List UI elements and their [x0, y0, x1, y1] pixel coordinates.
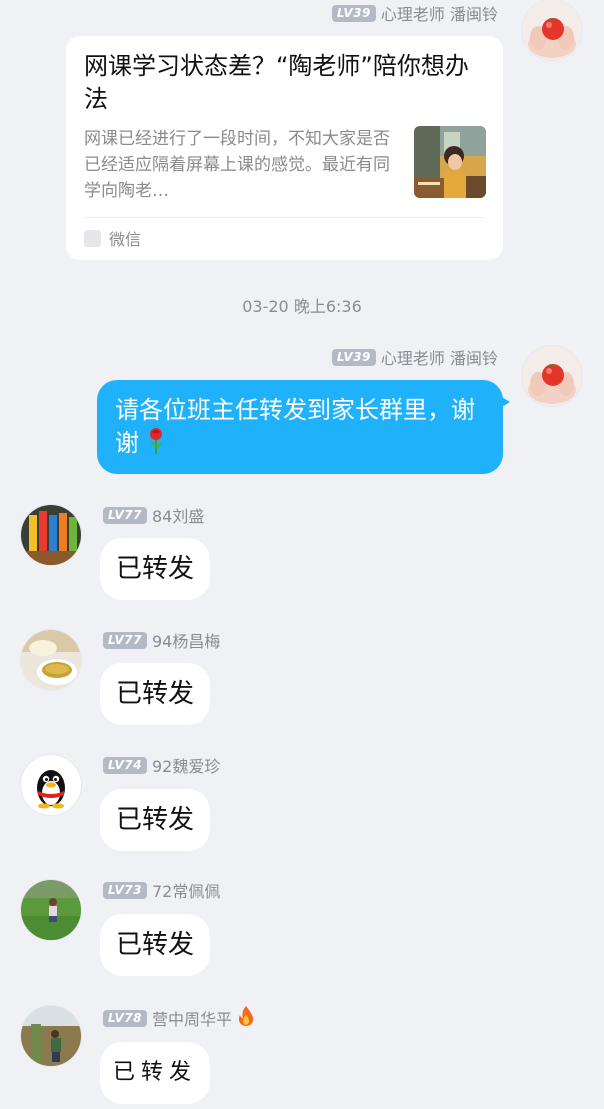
level-badge: LV78 [103, 1009, 147, 1027]
lawn-photo-avatar[interactable] [21, 880, 81, 940]
sender-row: LV73 72常佩佩 [103, 878, 220, 902]
teacher-avatar[interactable] [522, 346, 582, 406]
penguin-avatar[interactable] [21, 755, 81, 815]
wechat-icon [84, 229, 101, 247]
bubble-tail [500, 396, 510, 408]
sender-row: LV77 84刘盛 [103, 503, 204, 527]
message-timestamp: 03-20 晚上6:36 [242, 297, 362, 316]
article-thumbnail [414, 126, 486, 198]
level-badge: LV74 [103, 756, 147, 774]
message-text: 请各位班主任转发到家长群里，谢谢 [115, 396, 475, 457]
teacher-avatar[interactable] [522, 0, 582, 60]
incoming-message-bubble[interactable]: 已转发 [100, 1042, 210, 1104]
level-badge: LV77 [103, 631, 147, 649]
outdoor-photo-avatar[interactable] [21, 1006, 81, 1066]
incoming-message-bubble[interactable]: 已转发 [100, 663, 210, 725]
tea-cup-avatar[interactable] [21, 630, 81, 690]
level-badge: LV77 [103, 506, 147, 524]
colored-pencils-avatar[interactable] [21, 505, 81, 565]
sender-name: 72常佩佩 [151, 882, 221, 901]
sender-name: 心理老师 潘闽铃 [380, 349, 498, 368]
sender-name: 84刘盛 [151, 507, 205, 526]
level-badge: LV73 [103, 881, 147, 899]
sender-row: LV78 营中周华平 [103, 1006, 255, 1030]
incoming-message-bubble[interactable]: 已转发 [100, 538, 210, 600]
sender-name: 94杨昌梅 [151, 632, 221, 651]
sender-row: LV74 92魏爱珍 [103, 753, 220, 777]
article-description: 网课已经进行了一段时间，不知大家是否已经适应隔着屏幕上课的感觉。最近有同学向陶老… [84, 129, 390, 201]
outgoing-message-bubble[interactable]: 请各位班主任转发到家长群里，谢谢 [97, 380, 510, 474]
rose-emoji-icon [147, 427, 165, 464]
shared-article-card[interactable]: 网课学习状态差？“陶老师”陪你想办法 网课已经进行了一段时间，不知大家是否已经适… [66, 36, 503, 260]
incoming-message-bubble[interactable]: 已转发 [100, 789, 210, 851]
source-label: 微信 [109, 230, 142, 249]
fire-emoji-icon [237, 1005, 255, 1031]
sender-row: LV77 94杨昌梅 [103, 628, 220, 652]
article-title: 网课学习状态差？“陶老师”陪你想办法 [84, 52, 469, 113]
level-badge: LV39 [331, 4, 376, 22]
level-badge: LV39 [331, 348, 376, 366]
card-source: 微信 [84, 226, 141, 250]
sender-name: 92魏爱珍 [151, 757, 221, 776]
sender-name: 营中周华平 [151, 1010, 232, 1029]
outgoing-sender-row: LV39 心理老师 潘闽铃 [331, 345, 498, 369]
card-sender-row: LV39 心理老师 潘闽铃 [331, 1, 498, 25]
incoming-message-bubble[interactable]: 已转发 [100, 914, 210, 976]
card-divider [84, 217, 485, 218]
sender-name: 心理老师 潘闽铃 [380, 5, 498, 24]
